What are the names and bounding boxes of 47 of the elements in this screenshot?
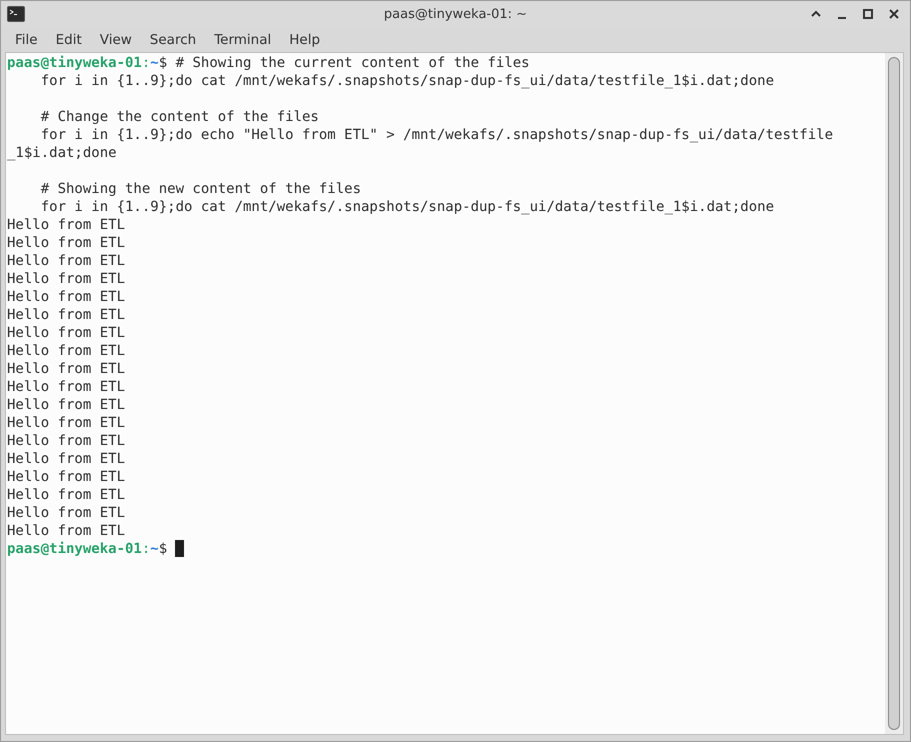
output-text: Hello from ETL — [7, 379, 126, 395]
scrollbar[interactable] — [885, 53, 903, 734]
prompt-symbol: $ — [158, 541, 168, 557]
output-text: Hello from ETL — [7, 469, 126, 485]
output-text: Hello from ETL — [7, 325, 126, 341]
output-text: Hello from ETL — [7, 253, 126, 269]
output-text: Hello from ETL — [7, 361, 126, 377]
prompt-separator: : — [142, 541, 150, 557]
output-text: Hello from ETL — [7, 451, 126, 467]
output-text: Hello from ETL — [7, 235, 126, 251]
minimize-icon — [838, 17, 846, 19]
maximize-icon — [862, 8, 874, 20]
output-text: Hello from ETL — [7, 307, 126, 323]
terminal-area[interactable] — [5, 52, 904, 735]
output-text: for i in {1..9};do cat /mnt/wekafs/.snapshots/snap-dup-fs_ui/data/testfile_1$i.dat;done — [40, 199, 774, 215]
output-text: # Showing the new content of the files — [40, 181, 362, 197]
output-text: Hello from ETL — [7, 505, 126, 521]
prompt-path: ~ — [150, 55, 159, 71]
prompt-user-host: paas@tinyweka-01 — [7, 541, 142, 557]
window-title: paas@tinyweka-01: ~ — [384, 6, 528, 22]
menu-item[interactable]: Terminal — [205, 30, 280, 50]
output-text: Hello from ETL — [7, 487, 126, 503]
menu-item[interactable]: View — [90, 30, 141, 50]
output-text: Hello from ETL — [7, 289, 126, 305]
output-text: Hello from ETL — [7, 343, 126, 359]
output-text: _1$i.dat;done — [7, 145, 117, 161]
terminal-icon — [7, 6, 25, 22]
menu-item[interactable]: File — [6, 30, 47, 50]
output-text: Hello from ETL — [7, 415, 126, 431]
output-text: Hello from ETL — [7, 217, 126, 233]
prompt-separator: : — [142, 55, 150, 71]
command-text: # Showing the current content of the files — [176, 55, 530, 71]
output-text: # Change the content of the files — [40, 109, 319, 125]
scrollbar-thumb[interactable] — [888, 57, 900, 730]
menu-item[interactable]: Help — [280, 30, 330, 50]
prompt-path: ~ — [150, 541, 159, 557]
output-text: Hello from ETL — [7, 433, 126, 449]
output-text: for i in {1..9};do cat /mnt/wekafs/.snapshots/snap-dup-fs_ui/data/testfile_1$i.dat;done — [40, 73, 774, 89]
prompt-symbol: $ — [158, 55, 168, 71]
output-text: Hello from ETL — [7, 271, 126, 287]
menu-item[interactable]: Search — [140, 30, 206, 50]
output-text: Hello from ETL — [7, 523, 126, 539]
output-text: for i in {1..9};do echo "Hello from ETL" > /mnt/wekafs/.snapshots/snap-dup-fs_ui/data/testfile — [40, 127, 834, 143]
output-text: Hello from ETL — [7, 397, 126, 413]
menu-item[interactable]: Edit — [46, 30, 91, 50]
close-icon — [888, 8, 900, 20]
prompt-user-host: paas@tinyweka-01 — [7, 55, 142, 71]
